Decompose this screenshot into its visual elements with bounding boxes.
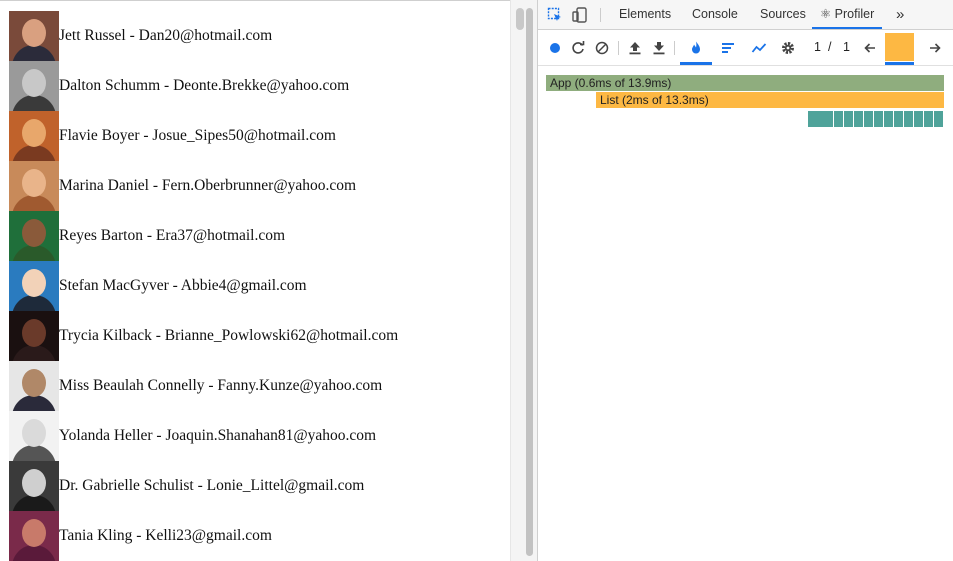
flame-bar-list-item[interactable] (884, 111, 893, 127)
record-icon[interactable] (547, 40, 563, 56)
commit-bar[interactable] (885, 33, 914, 61)
list-scrollbar[interactable] (510, 0, 537, 561)
list-item-label: Tania Kling - Kelli23@gmail.com (59, 527, 272, 544)
commit-current: 1 (814, 40, 821, 54)
reload-and-profile-icon[interactable] (570, 40, 586, 56)
list-item-label: Miss Beaulah Connelly - Fanny.Kunze@yaho… (59, 377, 383, 394)
devtools-panel: Elements Console Sources ⚛ Profiler » 1 … (537, 0, 953, 561)
device-toolbar-icon[interactable] (572, 7, 588, 23)
list-item: Dalton Schumm - Deonte.Brekke@yahoo.com (9, 61, 349, 111)
flame-bar-list-item[interactable] (914, 111, 923, 127)
settings-gear-icon[interactable] (780, 40, 796, 56)
list-item: Miss Beaulah Connelly - Fanny.Kunze@yaho… (9, 361, 382, 411)
flame-bar-list[interactable]: List (2ms of 13.3ms) (596, 92, 944, 108)
next-commit-icon[interactable] (927, 40, 943, 56)
list-item: Flavie Boyer - Josue_Sipes50@hotmail.com (9, 111, 336, 161)
list-item: Stefan MacGyver - Abbie4@gmail.com (9, 261, 307, 311)
commit-separator: / (828, 40, 832, 54)
flame-bar-list-item[interactable] (864, 111, 873, 127)
toolbar-divider-2 (674, 41, 675, 55)
tabbar-divider (600, 8, 601, 22)
download-icon[interactable] (651, 40, 667, 56)
avatar (9, 111, 59, 161)
clear-profile-icon[interactable] (594, 40, 610, 56)
avatar (9, 211, 59, 261)
scrollbar-thumb[interactable] (516, 8, 524, 30)
list-item-label: Marina Daniel - Fern.Oberbrunner@yahoo.c… (59, 177, 357, 194)
tab-elements[interactable]: Elements (619, 0, 671, 29)
flame-bar-list-item[interactable] (894, 111, 903, 127)
list-item-label: Stefan MacGyver - Abbie4@gmail.com (59, 277, 307, 294)
avatar (9, 161, 59, 211)
timeline-icon[interactable] (751, 40, 767, 56)
tab-console[interactable]: Console (692, 0, 738, 29)
upload-icon[interactable] (627, 40, 643, 56)
devtools-tabbar: Elements Console Sources ⚛ Profiler » (538, 0, 953, 30)
profiler-toolbar: 1 / 1 (538, 30, 953, 66)
inspect-element-icon[interactable] (547, 7, 563, 23)
flame-bar-app[interactable]: App (0.6ms of 13.9ms) (546, 75, 944, 91)
previous-commit-icon[interactable] (862, 40, 878, 56)
list-item-label: Jett Russel - Dan20@hotmail.com (59, 27, 273, 44)
flame-bar-list-item[interactable] (834, 111, 843, 127)
flame-bar-list-item[interactable] (808, 111, 833, 127)
tab-sources[interactable]: Sources (760, 0, 806, 29)
toolbar-divider (618, 41, 619, 55)
list-item: Marina Daniel - Fern.Oberbrunner@yahoo.c… (9, 161, 356, 211)
avatar (9, 61, 59, 111)
list-item-label: Dalton Schumm - Deonte.Brekke@yahoo.com (59, 77, 350, 94)
scrollbar-track[interactable] (526, 8, 533, 556)
flame-bar-list-item[interactable] (904, 111, 913, 127)
commit-selected-indicator (885, 62, 914, 65)
avatar (9, 261, 59, 311)
tab-profiler[interactable]: ⚛ Profiler (812, 0, 883, 29)
list-item-label: Trycia Kilback - Brianne_Powlowski62@hot… (59, 327, 399, 344)
ranked-chart-icon[interactable] (720, 40, 736, 56)
list-item: Trycia Kilback - Brianne_Powlowski62@hot… (9, 311, 398, 361)
list-item: Reyes Barton - Era37@hotmail.com (9, 211, 285, 261)
flamegraph-icon[interactable] (688, 40, 704, 56)
list-item-label: Dr. Gabrielle Schulist - Lonie_Littel@gm… (59, 477, 365, 494)
user-list: Jett Russel - Dan20@hotmail.com Dalton Sc… (0, 0, 510, 561)
avatar (9, 461, 59, 511)
list-item: Yolanda Heller - Joaquin.Shanahan81@yaho… (9, 411, 376, 461)
avatar (9, 511, 59, 561)
more-tabs-icon[interactable]: » (896, 0, 904, 29)
flame-bar-list-item[interactable] (854, 111, 863, 127)
list-item-label: Yolanda Heller - Joaquin.Shanahan81@yaho… (59, 427, 377, 444)
flame-bar-list-item[interactable] (874, 111, 883, 127)
list-item: Tania Kling - Kelli23@gmail.com (9, 511, 272, 561)
list-item: Dr. Gabrielle Schulist - Lonie_Littel@gm… (9, 461, 364, 511)
flame-bar-list-item[interactable] (934, 111, 943, 127)
flame-bar-list-item[interactable] (924, 111, 933, 127)
commit-total: 1 (843, 40, 850, 54)
avatar (9, 361, 59, 411)
avatar (9, 311, 59, 361)
flamegraph-active-indicator (680, 62, 712, 65)
list-item: Jett Russel - Dan20@hotmail.com (9, 11, 272, 61)
flame-bar-list-item[interactable] (844, 111, 853, 127)
avatar (9, 11, 59, 61)
list-item-label: Flavie Boyer - Josue_Sipes50@hotmail.com (59, 127, 336, 144)
avatar (9, 411, 59, 461)
list-item-label: Reyes Barton - Era37@hotmail.com (59, 227, 286, 244)
